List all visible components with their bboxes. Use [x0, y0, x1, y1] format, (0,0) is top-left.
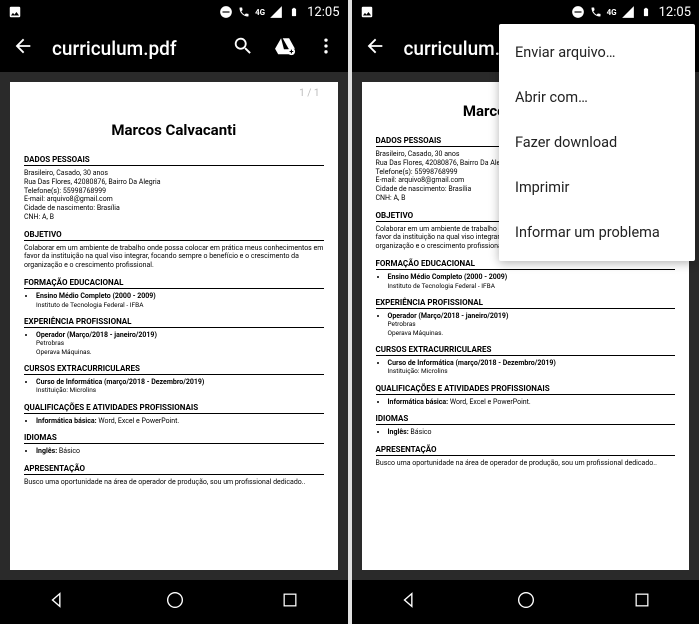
section-heading: OBJETIVO: [24, 230, 324, 241]
section-heading: DADOS PESSOAIS: [24, 155, 324, 166]
nav-back-button[interactable]: [399, 589, 421, 615]
image-icon: [8, 5, 22, 19]
menu-item-print[interactable]: Imprimir: [499, 165, 695, 210]
section-heading: IDIOMAS: [376, 414, 676, 425]
status-time: 12:05: [659, 5, 691, 20]
section-body: Colaborar em um ambiente de trabalho ond…: [24, 244, 324, 270]
status-bar: 4G 12:05: [352, 0, 699, 24]
document-page: Marcos Calvacanti DADOS PESSOAIS Brasile…: [10, 101, 338, 570]
battery-icon: [639, 5, 653, 19]
dnd-icon: [219, 5, 233, 19]
overflow-button[interactable]: [316, 36, 336, 60]
menu-item-open-with[interactable]: Abrir com…: [499, 75, 695, 120]
image-icon: [360, 5, 374, 19]
nav-home-button[interactable]: [515, 589, 537, 615]
search-button[interactable]: [232, 35, 254, 61]
section-heading: CURSOS EXTRACURRICULARES: [376, 345, 676, 356]
overflow-menu: Enviar arquivo… Abrir com… Fazer downloa…: [499, 24, 695, 261]
menu-item-report[interactable]: Informar um problema: [499, 210, 695, 255]
section-body: Brasileiro, Casado, 30 anos Rua Das Flor…: [24, 169, 324, 222]
drive-button[interactable]: [274, 35, 296, 61]
nav-back-button[interactable]: [47, 589, 69, 615]
network-label: 4G: [607, 8, 617, 17]
section-heading: FORMAÇÃO EDUCACIONAL: [24, 278, 324, 289]
phone-icon: [237, 5, 251, 19]
nav-home-button[interactable]: [164, 589, 186, 615]
resume-name: Marcos Calvacanti: [24, 121, 324, 139]
page-indicator: 1 / 1: [10, 82, 338, 101]
section-heading: APRESENTAÇÃO: [376, 445, 676, 456]
section-heading: CURSOS EXTRACURRICULARES: [24, 364, 324, 375]
section-heading: QUALIFICAÇÕES E ATIVIDADES PROFISSIONAIS: [24, 403, 324, 414]
section-heading: EXPERIÊNCIA PROFISSIONAL: [376, 298, 676, 309]
back-button[interactable]: [12, 35, 34, 61]
status-bar: 4G 12:05: [0, 0, 348, 24]
status-time: 12:05: [307, 5, 339, 20]
section-heading: APRESENTAÇÃO: [24, 464, 324, 475]
app-title: curriculum.pdf: [52, 37, 214, 60]
phone-right: 4G 12:05 curriculum.pdf Marcos Calvacant…: [352, 0, 699, 624]
menu-item-download[interactable]: Fazer download: [499, 120, 695, 165]
battery-icon: [287, 5, 301, 19]
nav-recent-button[interactable]: [632, 590, 652, 614]
dnd-icon: [571, 5, 585, 19]
section-heading: QUALIFICAÇÕES E ATIVIDADES PROFISSIONAIS: [376, 384, 676, 395]
phone-icon: [589, 5, 603, 19]
back-button[interactable]: [364, 35, 386, 61]
nav-bar: [0, 580, 348, 624]
signal-icon: [621, 5, 635, 19]
network-label: 4G: [255, 8, 265, 17]
nav-recent-button[interactable]: [280, 590, 300, 614]
pdf-viewer[interactable]: 1 / 1 Marcos Calvacanti DADOS PESSOAIS B…: [0, 72, 348, 580]
menu-item-send[interactable]: Enviar arquivo…: [499, 30, 695, 75]
section-heading: IDIOMAS: [24, 433, 324, 444]
phone-left: 4G 12:05 curriculum.pdf 1 / 1 Mar: [0, 0, 348, 624]
section-body: Busco uma oportunidade na área de operad…: [24, 478, 324, 487]
app-bar: curriculum.pdf: [0, 24, 348, 72]
signal-icon: [269, 5, 283, 19]
section-heading: EXPERIÊNCIA PROFISSIONAL: [24, 317, 324, 328]
nav-bar: [352, 580, 699, 624]
